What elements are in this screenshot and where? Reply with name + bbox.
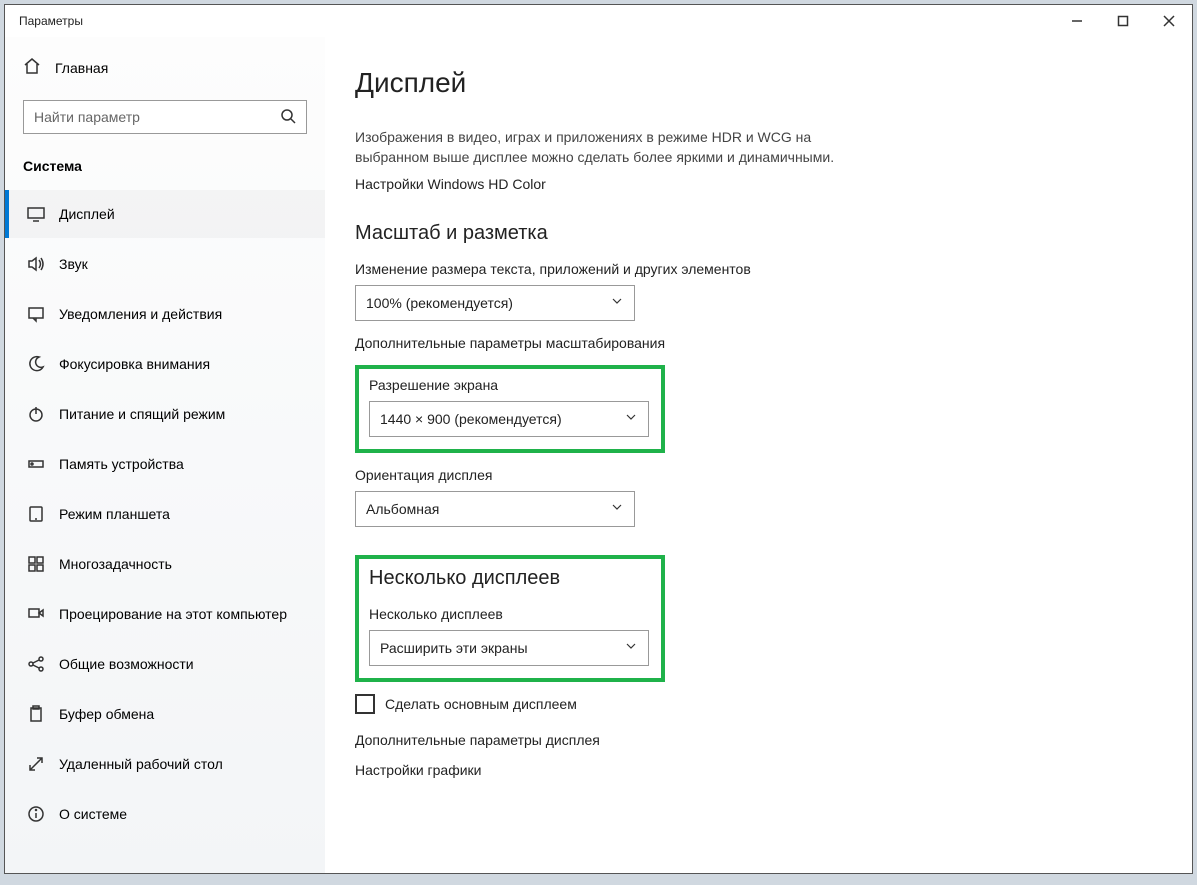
chevron-down-icon (610, 500, 624, 517)
minimize-button[interactable] (1054, 5, 1100, 37)
scale-select[interactable]: 100% (рекомендуется) (355, 285, 635, 321)
orientation-label: Ориентация дисплея (355, 467, 1152, 483)
sidebar-item-tablet[interactable]: Режим планшета (5, 490, 325, 538)
moon-icon (27, 355, 45, 373)
remote-icon (27, 755, 45, 773)
sidebar-item-remote[interactable]: Удаленный рабочий стол (5, 740, 325, 788)
sidebar-item-label: Буфер обмена (59, 706, 154, 722)
storage-icon (27, 455, 45, 473)
orientation-select[interactable]: Альбомная (355, 491, 635, 527)
scale-value: 100% (рекомендуется) (366, 295, 513, 311)
multitask-icon (27, 555, 45, 573)
display-icon (27, 205, 45, 223)
titlebar: Параметры (5, 5, 1192, 37)
sound-icon (27, 255, 45, 273)
home-icon (23, 57, 41, 78)
make-main-label: Сделать основным дисплеем (385, 696, 577, 712)
window-title: Параметры (5, 14, 83, 28)
sidebar-item-projecting[interactable]: Проецирование на этот компьютер (5, 590, 325, 638)
window-body: Главная Найти параметр Система Дисплей З… (5, 37, 1192, 873)
orientation-value: Альбомная (366, 501, 439, 517)
sidebar-item-label: Проецирование на этот компьютер (59, 606, 287, 622)
power-icon (27, 405, 45, 423)
sidebar-item-display[interactable]: Дисплей (5, 190, 325, 238)
sidebar-item-power[interactable]: Питание и спящий режим (5, 390, 325, 438)
sidebar-item-label: Режим планшета (59, 506, 170, 522)
chevron-down-icon (624, 639, 638, 656)
maximize-button[interactable] (1100, 5, 1146, 37)
sidebar-item-label: Питание и спящий режим (59, 406, 225, 422)
hdr-settings-link[interactable]: Настройки Windows HD Color (355, 176, 1152, 192)
content-area: Дисплей Изображения в видео, играх и при… (325, 37, 1192, 873)
close-button[interactable] (1146, 5, 1192, 37)
sidebar-item-storage[interactable]: Память устройства (5, 440, 325, 488)
sidebar-item-shared[interactable]: Общие возможности (5, 640, 325, 688)
multi-heading: Несколько дисплеев (369, 567, 651, 590)
sidebar-item-label: Удаленный рабочий стол (59, 756, 223, 772)
sidebar-item-label: Память устройства (59, 456, 184, 472)
sidebar-item-label: Звук (59, 256, 88, 272)
search-input[interactable]: Найти параметр (23, 100, 307, 134)
sidebar: Главная Найти параметр Система Дисплей З… (5, 37, 325, 873)
resolution-label: Разрешение экрана (369, 377, 651, 393)
search-placeholder: Найти параметр (34, 109, 140, 125)
search-icon (280, 108, 296, 127)
multi-label: Несколько дисплеев (369, 606, 651, 622)
tablet-icon (27, 505, 45, 523)
share-icon (27, 655, 45, 673)
sidebar-item-about[interactable]: О системе (5, 790, 325, 838)
resolution-select[interactable]: 1440 × 900 (рекомендуется) (369, 401, 649, 437)
info-icon (27, 805, 45, 823)
page-title: Дисплей (355, 67, 1152, 99)
home-label: Главная (55, 60, 108, 76)
sidebar-item-multitask[interactable]: Многозадачность (5, 540, 325, 588)
multi-display-highlight: Несколько дисплеев Несколько дисплеев Ра… (355, 555, 665, 682)
notifications-icon (27, 305, 45, 323)
chevron-down-icon (624, 410, 638, 427)
sidebar-item-clipboard[interactable]: Буфер обмена (5, 690, 325, 738)
sidebar-item-sound[interactable]: Звук (5, 240, 325, 288)
multi-select[interactable]: Расширить эти экраны (369, 630, 649, 666)
multi-value: Расширить эти экраны (380, 640, 528, 656)
sidebar-item-label: Дисплей (59, 206, 115, 222)
clipboard-icon (27, 705, 45, 723)
advanced-display-link[interactable]: Дополнительные параметры дисплея (355, 732, 1152, 748)
hdr-description: Изображения в видео, играх и приложениях… (355, 127, 835, 168)
make-main-checkbox-row[interactable]: Сделать основным дисплеем (355, 694, 1152, 714)
home-link[interactable]: Главная (5, 47, 325, 88)
sidebar-item-focus[interactable]: Фокусировка внимания (5, 340, 325, 388)
scale-label: Изменение размера текста, приложений и д… (355, 261, 1152, 277)
window-controls (1054, 5, 1192, 37)
chevron-down-icon (610, 294, 624, 311)
sidebar-item-notifications[interactable]: Уведомления и действия (5, 290, 325, 338)
resolution-highlight: Разрешение экрана 1440 × 900 (рекомендуе… (355, 365, 665, 453)
resolution-value: 1440 × 900 (рекомендуется) (380, 411, 562, 427)
sidebar-item-label: Многозадачность (59, 556, 172, 572)
graphics-settings-link[interactable]: Настройки графики (355, 762, 1152, 778)
settings-window: Параметры Главная Найти параметр Система… (4, 4, 1193, 874)
sidebar-item-label: Общие возможности (59, 656, 194, 672)
sidebar-item-label: О системе (59, 806, 127, 822)
sidebar-item-label: Уведомления и действия (59, 306, 222, 322)
advanced-scale-link[interactable]: Дополнительные параметры масштабирования (355, 335, 1152, 351)
scale-heading: Масштаб и разметка (355, 222, 1152, 245)
checkbox-icon[interactable] (355, 694, 375, 714)
sidebar-item-label: Фокусировка внимания (59, 356, 210, 372)
category-heading: Система (5, 146, 325, 188)
project-icon (27, 605, 45, 623)
